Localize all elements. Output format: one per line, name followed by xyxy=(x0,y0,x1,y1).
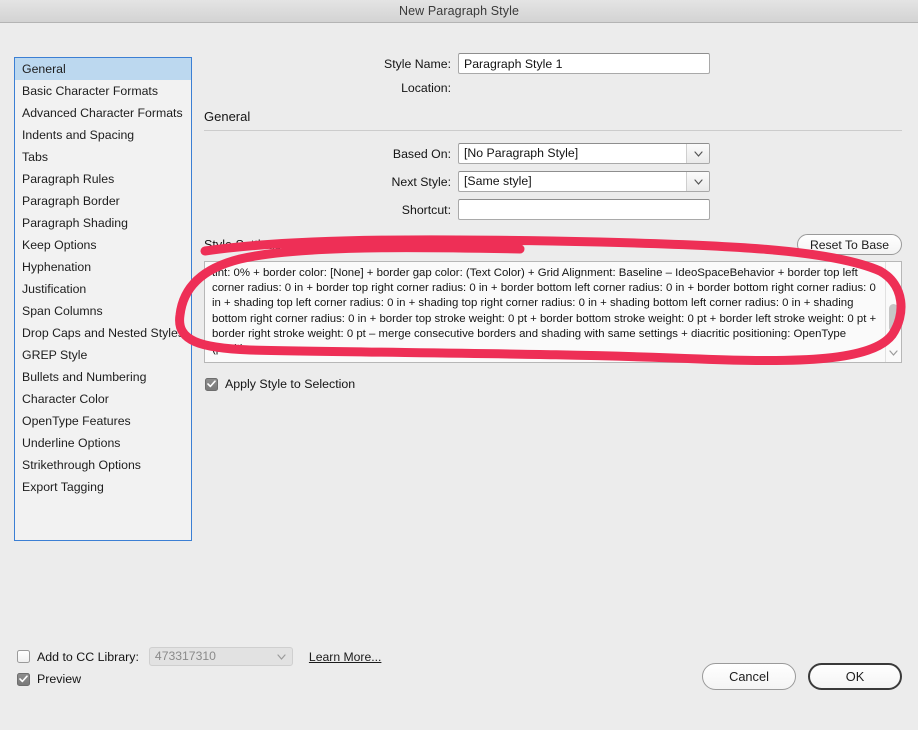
settings-pane: Style Name: Location: General Based On: … xyxy=(200,53,906,391)
sidebar-item-advanced-character-formats[interactable]: Advanced Character Formats xyxy=(15,102,191,124)
location-row: Location: xyxy=(200,81,906,95)
sidebar-item-label: Keep Options xyxy=(22,238,97,252)
learn-more-link[interactable]: Learn More... xyxy=(309,650,381,664)
sidebar-item-character-color[interactable]: Character Color xyxy=(15,388,191,410)
section-heading-general: General xyxy=(204,109,251,124)
add-to-cc-library-checkbox[interactable] xyxy=(17,650,30,663)
sidebar-item-label: Justification xyxy=(22,282,87,296)
chevron-down-icon[interactable] xyxy=(886,345,901,359)
based-on-row: Based On: [No Paragraph Style] xyxy=(200,143,906,164)
sidebar-item-span-columns[interactable]: Span Columns xyxy=(15,300,191,322)
sidebar-item-paragraph-rules[interactable]: Paragraph Rules xyxy=(15,168,191,190)
sidebar-item-label: Tabs xyxy=(22,150,48,164)
preview-checkbox[interactable] xyxy=(17,672,30,686)
sidebar-item-opentype-features[interactable]: OpenType Features xyxy=(15,410,191,432)
cancel-button[interactable]: Cancel xyxy=(702,663,796,690)
apply-style-checkbox[interactable] xyxy=(205,377,218,391)
sidebar-item-label: Basic Character Formats xyxy=(22,84,158,98)
sidebar-item-label: Strikethrough Options xyxy=(22,458,141,472)
style-settings-text: tint: 0% + border color: [None] + border… xyxy=(212,267,877,356)
style-name-row: Style Name: xyxy=(200,53,906,74)
apply-style-to-selection-row[interactable]: Apply Style to Selection xyxy=(205,377,906,391)
sidebar-item-label: General xyxy=(22,62,66,76)
chevron-down-icon xyxy=(686,172,709,191)
style-settings-box: tint: 0% + border color: [None] + border… xyxy=(204,261,902,363)
sidebar-item-label: Paragraph Rules xyxy=(22,172,115,186)
sidebar-item-label: Hyphenation xyxy=(22,260,92,274)
sidebar-item-paragraph-border[interactable]: Paragraph Border xyxy=(15,190,191,212)
sidebar-item-label: Indents and Spacing xyxy=(22,128,135,142)
sidebar-item-bullets-and-numbering[interactable]: Bullets and Numbering xyxy=(15,366,191,388)
add-to-cc-library-label: Add to CC Library: xyxy=(37,649,139,664)
dialog-buttons: Cancel OK xyxy=(702,663,902,690)
chevron-down-icon xyxy=(686,144,709,163)
style-name-label: Style Name: xyxy=(384,56,451,71)
sidebar-item-grep-style[interactable]: GREP Style xyxy=(15,344,191,366)
sidebar-item-label: Bullets and Numbering xyxy=(22,370,147,384)
shortcut-label: Shortcut: xyxy=(401,202,451,217)
shortcut-input[interactable] xyxy=(458,199,710,220)
based-on-value: [No Paragraph Style] xyxy=(464,146,579,160)
next-style-dropdown[interactable]: [Same style] xyxy=(458,171,710,192)
sidebar-item-label: Paragraph Border xyxy=(22,194,120,208)
bottom-left-controls: Add to CC Library: 473317310 Learn More.… xyxy=(17,647,381,686)
reset-to-base-button[interactable]: Reset To Base xyxy=(796,234,902,255)
window-titlebar: New Paragraph Style xyxy=(0,0,918,23)
sidebar-item-label: Span Columns xyxy=(22,304,103,318)
sidebar-item-label: GREP Style xyxy=(22,348,88,362)
window-title: New Paragraph Style xyxy=(398,4,519,18)
category-sidebar[interactable]: General Basic Character Formats Advanced C… xyxy=(14,57,192,541)
ok-button[interactable]: OK xyxy=(808,663,902,690)
sidebar-item-indents-and-spacing[interactable]: Indents and Spacing xyxy=(15,124,191,146)
style-settings-label: Style Settings: xyxy=(204,237,285,252)
sidebar-item-label: Export Tagging xyxy=(22,480,104,494)
next-style-row: Next Style: [Same style] xyxy=(200,171,906,192)
sidebar-item-paragraph-shading[interactable]: Paragraph Shading xyxy=(15,212,191,234)
sidebar-item-general[interactable]: General xyxy=(15,58,191,80)
based-on-dropdown[interactable]: [No Paragraph Style] xyxy=(458,143,710,164)
sidebar-item-tabs[interactable]: Tabs xyxy=(15,146,191,168)
location-label: Location: xyxy=(401,81,451,95)
sidebar-item-label: Drop Caps and Nested Styles xyxy=(22,326,184,340)
style-settings-header: Style Settings: Reset To Base xyxy=(204,234,902,255)
preview-row[interactable]: Preview xyxy=(17,672,381,686)
sidebar-item-keep-options[interactable]: Keep Options xyxy=(15,234,191,256)
style-settings-scrollbar[interactable] xyxy=(885,262,901,362)
cc-library-value: 473317310 xyxy=(154,649,216,663)
chevron-down-icon xyxy=(272,648,292,665)
sidebar-item-hyphenation[interactable]: Hyphenation xyxy=(15,256,191,278)
sidebar-item-label: Underline Options xyxy=(22,436,121,450)
sidebar-item-label: Advanced Character Formats xyxy=(22,106,183,120)
next-style-value: [Same style] xyxy=(464,174,532,188)
sidebar-item-label: Character Color xyxy=(22,392,109,406)
scrollbar-thumb[interactable] xyxy=(889,304,898,332)
sidebar-item-label: Paragraph Shading xyxy=(22,216,128,230)
based-on-label: Based On: xyxy=(392,146,451,161)
sidebar-item-underline-options[interactable]: Underline Options xyxy=(15,432,191,454)
apply-style-label: Apply Style to Selection xyxy=(225,377,356,391)
sidebar-item-drop-caps-and-nested-styles[interactable]: Drop Caps and Nested Styles xyxy=(15,322,191,344)
sidebar-item-justification[interactable]: Justification xyxy=(15,278,191,300)
sidebar-item-label: OpenType Features xyxy=(22,414,131,428)
sidebar-item-strikethrough-options[interactable]: Strikethrough Options xyxy=(15,454,191,476)
cc-library-dropdown[interactable]: 473317310 xyxy=(148,647,293,666)
preview-label: Preview xyxy=(37,672,82,686)
section-divider xyxy=(204,130,902,131)
dialog-body: General Basic Character Formats Advanced C… xyxy=(0,23,918,708)
add-to-cc-library-row[interactable]: Add to CC Library: 473317310 Learn More.… xyxy=(17,647,381,666)
sidebar-item-export-tagging[interactable]: Export Tagging xyxy=(15,476,191,498)
next-style-label: Next Style: xyxy=(391,174,451,189)
shortcut-row: Shortcut: xyxy=(200,199,906,220)
sidebar-item-basic-character-formats[interactable]: Basic Character Formats xyxy=(15,80,191,102)
style-name-input[interactable] xyxy=(458,53,710,74)
